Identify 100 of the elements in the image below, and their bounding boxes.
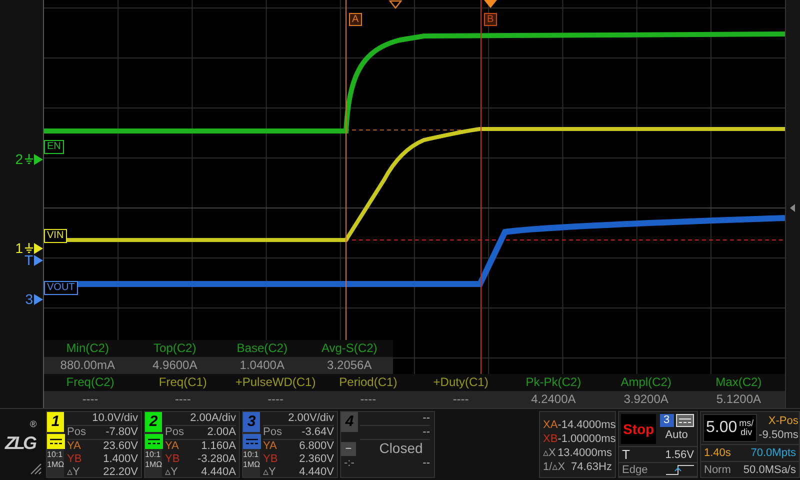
yb-value: -3.280A — [197, 453, 236, 466]
channel-panel[interactable]: 4 − -- -- Closed -:- -- — [340, 411, 435, 478]
run-stop-button[interactable]: Stop — [621, 414, 656, 444]
channel-number[interactable]: 3 — [243, 412, 260, 432]
measurement-name: Base(C2) — [236, 340, 288, 357]
registered-mark: ® — [30, 419, 37, 429]
channel-marker-label: 2 — [15, 152, 23, 166]
measurement-value: 3.9200A — [600, 391, 692, 408]
measurement-value: 3.2056A — [306, 357, 393, 374]
collapse-arrow-icon[interactable] — [790, 204, 795, 212]
measurement-name: Freq(C1) — [158, 374, 208, 391]
vertical-scale: 2.00V/div — [288, 412, 334, 425]
channel-number[interactable]: 1 — [47, 412, 64, 432]
yb-label: YB — [263, 453, 278, 466]
measurement-name: +Duty(C1) — [432, 374, 490, 391]
input-impedance: 1MΩ — [243, 461, 260, 469]
position-label: Pos — [263, 426, 282, 439]
measurement-name: Freq(C2) — [65, 374, 116, 391]
triangle-icon — [388, 0, 402, 10]
input-impedance: 1MΩ — [47, 461, 64, 469]
arrow-right-icon — [34, 294, 43, 304]
measurement-value: 880.00mA — [44, 357, 132, 374]
measurement-name: Top(C2) — [152, 340, 198, 357]
ya-label: YA — [263, 440, 277, 453]
measurement-value: ---- — [229, 391, 322, 408]
yb-label: YB — [67, 453, 82, 466]
sample-rate: 50.0MSa/s — [743, 463, 796, 478]
x-position-value: -9.50ms — [758, 428, 798, 442]
position-value: -- — [422, 426, 430, 439]
measurement-name: +PulseWD(C1) — [234, 374, 317, 391]
channel-marker-label: 1 — [15, 241, 23, 255]
ya-value: 1.160A — [201, 440, 236, 453]
position-value: 2.00A — [207, 426, 236, 439]
yb-label: YB — [165, 453, 180, 466]
delta-y-value: -- — [422, 457, 430, 470]
measurement-value: ---- — [136, 391, 230, 408]
delta-y-label: ▵Y — [67, 466, 80, 479]
measurement-value: 1.0400A — [218, 357, 306, 374]
cursor-label: XB — [543, 432, 558, 446]
trace-label: VOUT — [44, 281, 78, 295]
resize-grip-icon — [30, 463, 42, 475]
arrow-right-icon — [34, 254, 43, 266]
delta-y-value: 22.20V — [103, 466, 138, 479]
ya-value: 23.60V — [103, 440, 138, 453]
trigger-position-icon — [484, 0, 497, 8]
position-label: Pos — [165, 426, 184, 439]
dc-coupling-icon[interactable] — [47, 434, 65, 449]
cursor-label: XA — [543, 418, 558, 432]
cursor-panel[interactable]: XA-14.4000ms XB-1.00000ms ▵X 13.4000ms 1/▵X 74.63Hz — [539, 411, 616, 478]
minus-button[interactable]: − — [341, 442, 356, 456]
measurement-name: Ampl(C2) — [620, 374, 672, 391]
position-value: -3.64V — [302, 426, 334, 439]
probe-ratio: 10:1 — [145, 451, 161, 459]
vertical-scale: 10.0V/div — [92, 412, 138, 425]
measurement-name: Min(C2) — [65, 340, 110, 357]
vertical-scale: -- — [422, 412, 430, 425]
cursor-tag: A — [349, 13, 362, 26]
trigger-mode[interactable]: Auto — [665, 427, 688, 443]
delta-y-label: ▵Y — [263, 466, 276, 479]
cursor-tag: B — [484, 13, 497, 26]
dc-coupling-icon[interactable] — [676, 414, 694, 427]
ya-value: 6.800V — [299, 440, 334, 453]
probe-ratio: -:- — [344, 457, 354, 470]
x-position-label: X-Pos — [768, 414, 798, 428]
trigger-type[interactable]: Edge — [622, 464, 648, 476]
trigger-source[interactable]: 3 — [660, 414, 674, 427]
measurement-value: 4.2400A — [507, 391, 600, 408]
measurement-value: ---- — [414, 391, 508, 408]
position-label: Pos — [67, 426, 86, 439]
yb-value: 1.400V — [103, 453, 138, 466]
position-value: -7.80V — [106, 426, 138, 439]
delta-y-value: 4.440A — [201, 466, 236, 479]
probe-ratio: 10:1 — [47, 451, 63, 459]
trace-label: EN — [44, 140, 64, 154]
record-length: 70.0Mpts — [750, 446, 796, 461]
arrow-right-icon — [34, 242, 43, 254]
measurement-value: 5.1200A — [692, 391, 785, 408]
cursor-value: 74.63Hz — [571, 460, 612, 474]
arrow-right-icon — [34, 154, 43, 164]
trigger-level-label: T — [622, 447, 630, 462]
ya-label: YA — [67, 440, 81, 453]
measurement-name: Max(C2) — [714, 374, 763, 391]
ya-label: YA — [165, 440, 179, 453]
vertical-scale: 2.00A/div — [190, 412, 236, 425]
channel-marker-label: 3 — [25, 292, 33, 306]
delta-y-label: ▵Y — [165, 466, 178, 479]
cursor-value: -1.00000ms — [558, 432, 616, 446]
trigger-level: 1.56V — [665, 448, 694, 460]
channel-marker-label: T — [24, 253, 33, 267]
rising-edge-icon — [666, 464, 694, 474]
measurement-name: Avg-S(C2) — [320, 340, 378, 357]
delta-y-value: 4.440V — [299, 466, 334, 479]
measurement-value: ---- — [44, 391, 137, 408]
dc-coupling-icon[interactable] — [145, 434, 163, 449]
probe-ratio: 10:1 — [243, 451, 259, 459]
cursor-value: 13.4000ms — [558, 446, 612, 460]
yb-value: 2.360V — [299, 453, 334, 466]
logo: ZLG — [5, 433, 35, 454]
input-impedance: 1MΩ — [145, 461, 162, 469]
channel-number[interactable]: 2 — [145, 412, 162, 432]
